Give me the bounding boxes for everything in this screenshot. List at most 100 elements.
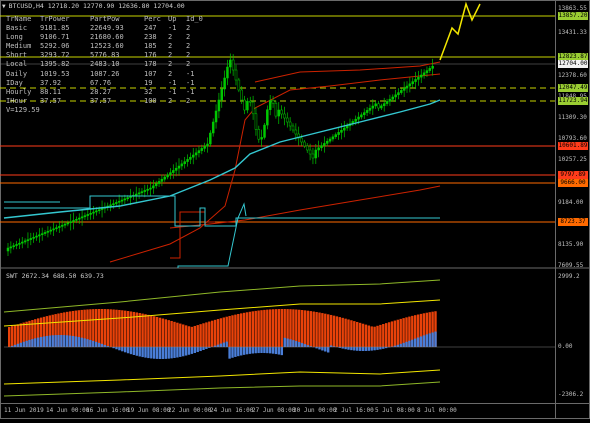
candle-body (150, 188, 152, 189)
oscillator-bar-orange (246, 312, 248, 347)
oscillator-bar-orange (379, 325, 381, 347)
candle-body (75, 219, 77, 220)
candle-body (226, 67, 228, 78)
candle-body (27, 240, 29, 241)
candle-body (235, 70, 237, 80)
candle-body (181, 164, 183, 166)
oscillator-bar-blue (66, 335, 68, 347)
info-cell-perc: 107 (144, 70, 168, 79)
oscillator-bar-blue (295, 341, 297, 347)
price-level-badge: 9797.89 (558, 171, 588, 179)
oscillator-bar-blue (318, 347, 320, 349)
oscillator-bar-orange (173, 322, 175, 347)
symbol-ohlc-text: BTCUSD,H4 12718.20 12770.90 12636.80 127… (9, 2, 185, 10)
oscillator-bar-blue (408, 341, 410, 347)
oscillator-bar-blue (275, 347, 277, 354)
candle-body (201, 148, 203, 150)
dropdown-triangle-icon[interactable]: ▼ (2, 3, 6, 10)
info-cell-id0: 2 (186, 33, 202, 42)
oscillator-bar-blue (257, 347, 259, 353)
oscillator-bar-blue (89, 340, 91, 347)
candle-body (144, 190, 146, 191)
candle-body (21, 242, 23, 243)
info-table-row: Basic9181.8522649.93247-12 (6, 24, 202, 33)
info-cell-partpow: 67.76 (90, 79, 144, 88)
candle-body (187, 159, 189, 161)
oscillator-bar-blue (429, 333, 431, 347)
oscillator-bar-orange (298, 310, 300, 347)
oscillator-bar-orange (165, 319, 167, 347)
info-cell-partpow: 12523.60 (90, 42, 144, 51)
oscillator-bar-blue (86, 339, 88, 347)
candle-body (360, 115, 362, 117)
price-level-badge: 10601.89 (558, 142, 588, 150)
info-cell-id0: 2 (186, 24, 202, 33)
oscillator-axis[interactable]: 2999.20.00-2306.2 (558, 268, 590, 403)
col-trname: TrName (6, 15, 40, 24)
oscillator-bar-orange (162, 319, 164, 347)
time-axis[interactable]: 11 Jun 201914 Jun 00:0016 Jun 16:0019 Ju… (0, 404, 556, 419)
info-table-row: IHour37.5737.5710022 (6, 97, 202, 106)
candle-body (429, 68, 431, 70)
candle-body (318, 148, 320, 150)
oscillator-bar-blue (362, 347, 364, 351)
red-envelope-upper (255, 62, 440, 82)
price-tick-label: 11309.30 (558, 114, 587, 121)
oscillator-bar-blue (92, 341, 94, 347)
candle-body (184, 162, 186, 164)
info-table-row: Short3293.725776.8317622 (6, 51, 202, 60)
oscillator-bar-orange (95, 309, 97, 347)
oscillator-bar-orange (150, 316, 152, 347)
info-table-row: Long9106.7121680.6023822 (6, 33, 202, 42)
candle-body (10, 247, 12, 248)
info-cell-up: -1 (168, 88, 186, 97)
time-tick-label: 22 Jun 00:00 (168, 407, 211, 414)
price-axis[interactable]: 13863.5513431.3312378.6011848.9511309.30… (558, 0, 590, 268)
candle-body (289, 122, 291, 126)
info-cell-id0: 2 (186, 42, 202, 51)
oscillator-bar-blue (34, 338, 36, 347)
oscillator-lower-band-2 (4, 382, 440, 396)
candle-body (152, 186, 154, 188)
oscillator-bar-orange (385, 323, 387, 347)
oscillator-bar-blue (286, 339, 288, 347)
candle-body (366, 110, 368, 112)
candle-body (326, 141, 328, 143)
info-cell-perc: 19 (144, 79, 168, 88)
info-table-row: Hourly88.1128.2732-1-1 (6, 88, 202, 97)
candle-body (147, 189, 149, 190)
candle-body (50, 230, 52, 231)
candle-body (47, 231, 49, 232)
oscillator-bar-blue (356, 347, 358, 351)
info-cell-trpower: 1019.53 (40, 70, 90, 79)
info-cell-up: 2 (168, 60, 186, 69)
oscillator-bar-blue (75, 336, 77, 347)
oscillator-bar-blue (405, 342, 407, 347)
oscillator-bar-orange (249, 312, 251, 347)
oscillator-bar-orange (313, 312, 315, 347)
oscillator-bar-blue (272, 347, 274, 354)
chart-window[interactable]: ▼ BTCUSD,H4 12718.20 12770.90 12636.80 1… (0, 0, 590, 419)
oscillator-bar-blue (237, 347, 239, 356)
oscillator-bar-orange (257, 311, 259, 347)
oscillator-bar-blue (69, 336, 71, 347)
candle-body (38, 235, 40, 236)
oscillator-bar-blue (159, 347, 161, 359)
oscillator-tick-label: -2306.2 (558, 391, 583, 398)
oscillator-bar-blue (81, 338, 83, 347)
oscillator-bar-orange (365, 325, 367, 347)
candle-body (78, 218, 80, 219)
candle-body (309, 150, 311, 154)
candle-body (135, 194, 137, 195)
info-cell-id0: -1 (186, 88, 202, 97)
oscillator-bar-orange (321, 313, 323, 347)
price-level-badge: 8723.37 (558, 218, 588, 226)
info-cell-perc: 238 (144, 33, 168, 42)
oscillator-bar-orange (179, 324, 181, 347)
oscillator-bar-orange (333, 316, 335, 347)
candle-body (323, 143, 325, 145)
candle-body (209, 133, 211, 144)
oscillator-bar-orange (315, 312, 317, 347)
time-tick-label: 11 Jun 2019 (4, 407, 44, 414)
info-cell-partpow: 28.27 (90, 88, 144, 97)
